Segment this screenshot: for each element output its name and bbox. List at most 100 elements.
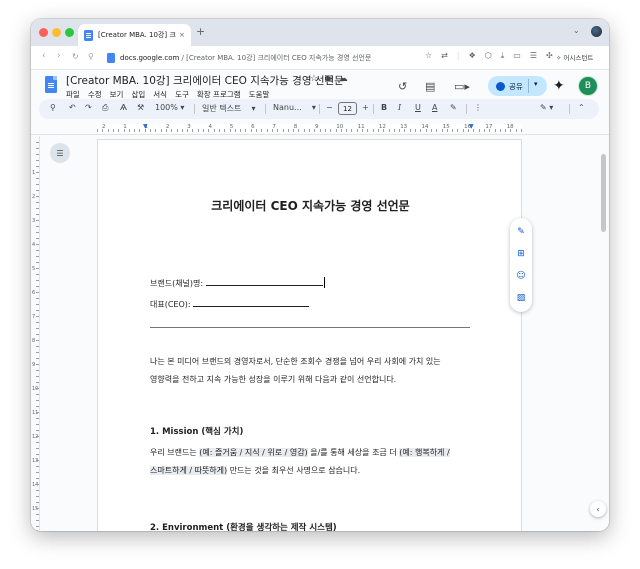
puzzle-icon[interactable]: ⬡ <box>485 51 492 61</box>
vertical-ruler-tick <box>36 340 39 341</box>
hide-menus-chevron-icon[interactable]: ⌃ <box>578 103 585 112</box>
browser-window: [Creator MBA. 10강] 크리에이티 × + ⌄ ‹ › ↻ ⚲ d… <box>31 19 609 531</box>
extensions-icon[interactable]: ❖ <box>469 51 476 61</box>
ceo-blank[interactable] <box>193 298 310 307</box>
ruler-tick <box>176 129 178 132</box>
vertical-ruler-tick <box>36 220 39 221</box>
cloud-status-icon[interactable]: ☁ <box>339 74 348 84</box>
font-select[interactable]: Nanu... ▾ <box>273 103 316 112</box>
meet-video-icon[interactable]: ▭▸ <box>454 80 470 93</box>
vertical-ruler-tick <box>36 490 39 491</box>
ruler-tick <box>112 129 114 132</box>
vertical-ruler-tick <box>36 388 39 389</box>
italic-button[interactable]: I <box>398 103 401 112</box>
increase-font-size-button[interactable]: + <box>362 103 369 112</box>
version-history-icon[interactable]: ↺ <box>398 80 407 93</box>
vertical-ruler-tick <box>36 508 39 509</box>
decrease-font-size-button[interactable]: − <box>326 103 333 112</box>
vertical-ruler-tick <box>36 256 39 257</box>
scrollbar-thumb[interactable] <box>601 154 606 232</box>
highlight-pen-icon[interactable]: ✎ <box>450 103 457 112</box>
side-action-panel: ✎ ⊞ ☺ ▨ <box>510 218 532 312</box>
browser-tab-active[interactable]: [Creator MBA. 10강] 크리에이티 × <box>78 24 191 46</box>
move-folder-icon[interactable]: ▣ <box>324 74 333 84</box>
vertical-scrollbar[interactable] <box>599 136 609 531</box>
bold-button[interactable]: B <box>381 103 387 112</box>
vertical-ruler-tick <box>36 466 39 467</box>
intro-line-2: 영향력을 전하고 지속 가능한 성장을 이루기 위해 다음과 같이 선언합니다. <box>150 375 397 384</box>
editing-mode-icon[interactable]: ✎ ▾ <box>540 103 553 112</box>
share-button[interactable]: 공유 ▾ <box>488 76 547 96</box>
search-menus-icon[interactable]: ⚲ <box>50 103 56 112</box>
print-icon[interactable]: ⎙ <box>102 103 108 113</box>
download-icon[interactable]: ⤓ <box>501 51 505 61</box>
font-size-input[interactable]: 12 <box>338 102 357 115</box>
paragraph-style-select[interactable]: 일반 텍스트 ▾ <box>202 103 256 114</box>
menu-lines-icon[interactable]: ☰ <box>530 51 537 61</box>
ruler-tick <box>468 129 469 132</box>
tab-search-chevron-icon[interactable]: ⌄ <box>573 26 580 35</box>
text-cursor <box>323 277 325 288</box>
ruler-tick <box>208 129 210 132</box>
spellcheck-icon[interactable]: Ѧ <box>120 103 127 112</box>
vertical-ruler-tick <box>36 376 39 377</box>
close-window-button[interactable] <box>39 28 48 37</box>
screen: [Creator MBA. 10강] 크리에이티 × + ⌄ ‹ › ↻ ⚲ d… <box>0 0 640 569</box>
ruler-tick <box>330 129 332 132</box>
ruler-number: 7 <box>272 124 276 130</box>
vertical-ruler-tick <box>36 502 39 503</box>
emoji-reaction-icon[interactable]: ☺ <box>515 270 527 282</box>
new-tab-button[interactable]: + <box>196 25 205 38</box>
brand-blank[interactable] <box>205 277 323 286</box>
ruler-tick <box>165 129 167 132</box>
site-info-icon[interactable]: ⚲ <box>88 52 94 61</box>
document-page[interactable]: 크리에이터 CEO 지속가능 경영 선언문 브랜드(채널)명: 대표(CEO):… <box>97 139 522 531</box>
reload-icon[interactable]: ↻ <box>72 52 79 61</box>
gemini-icon[interactable]: ✦ <box>553 78 565 94</box>
redo-icon[interactable]: ↷ <box>85 103 92 112</box>
back-icon[interactable]: ‹ <box>42 51 46 61</box>
undo-icon[interactable]: ↶ <box>69 103 76 112</box>
help-me-write-icon[interactable]: ✎ <box>515 226 527 238</box>
ruler-tick <box>409 129 411 132</box>
forward-icon[interactable]: › <box>57 51 61 61</box>
ruler-tick <box>144 129 146 132</box>
zoom-select[interactable]: 100% ▾ <box>155 103 184 112</box>
add-comment-icon[interactable]: ⊞ <box>515 248 527 260</box>
paint-format-icon[interactable]: ⚒ <box>137 103 144 112</box>
star-icon[interactable]: ☆ <box>310 74 318 84</box>
docs-logo-icon[interactable] <box>45 76 57 93</box>
vertical-ruler-tick <box>36 370 39 371</box>
share-link-icon[interactable]: ⇄ <box>441 51 448 61</box>
ruler-tick <box>150 129 151 132</box>
comments-icon[interactable]: ▤ <box>425 80 435 93</box>
sparkle-icon[interactable]: ✣ <box>546 51 553 61</box>
ruler-tick <box>192 129 194 132</box>
minimize-window-button[interactable] <box>52 28 61 37</box>
assistant-label: 어시스턴트 <box>563 54 594 62</box>
vertical-ruler[interactable]: 12345678910111213141516 <box>31 136 40 531</box>
bookmark-star-icon[interactable]: ☆ <box>425 51 432 61</box>
text-color-button[interactable]: A <box>432 103 437 112</box>
vertical-ruler-tick <box>36 238 39 239</box>
browser-profile-icon[interactable] <box>591 26 602 37</box>
tab-icon[interactable]: ▭ <box>513 51 521 61</box>
share-dropdown-icon[interactable]: ▾ <box>534 80 538 88</box>
more-options-icon[interactable]: ⋮ <box>474 103 482 112</box>
vertical-ruler-tick <box>36 496 39 497</box>
vertical-ruler-tick <box>36 208 39 209</box>
document-title[interactable]: [Creator MBA. 10강] 크리에이터 CEO 지속가능 경영 선언문 <box>66 73 344 88</box>
underline-button[interactable]: U <box>415 103 421 112</box>
horizontal-ruler[interactable]: ▼ ▼ 2 1 1 2 3 4 5 6 7 8 9 10 11 12 13 14 15 16 17 18 <box>31 122 609 135</box>
tab-close-icon[interactable]: × <box>179 31 185 39</box>
vertical-ruler-tick <box>36 382 39 383</box>
url-field[interactable]: docs.google.com / [Creator MBA. 10강] 크리에… <box>107 49 425 66</box>
globe-icon <box>496 81 505 91</box>
collapse-panel-chevron-icon[interactable]: ‹ <box>590 501 606 517</box>
avatar[interactable]: B <box>578 76 598 96</box>
suggest-edits-icon[interactable]: ▨ <box>515 292 527 304</box>
document-outline-button[interactable]: ☰ <box>50 143 70 163</box>
assistant-button[interactable]: ✧ 어시스턴트 <box>556 52 593 62</box>
vertical-ruler-tick <box>36 310 39 311</box>
maximize-window-button[interactable] <box>65 28 74 37</box>
